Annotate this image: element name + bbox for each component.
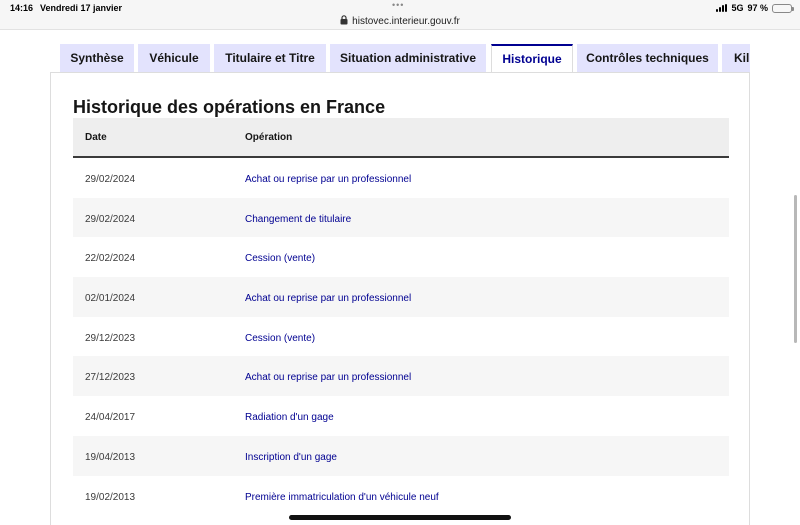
tab-historique[interactable]: Historique xyxy=(491,44,573,72)
network-type: 5G xyxy=(731,3,744,13)
table-row: 19/04/2013 Inscription d'un gage xyxy=(73,435,729,476)
column-header-operation: Opération xyxy=(245,132,293,143)
row-operation-link[interactable]: Achat ou reprise par un professionnel xyxy=(245,372,411,383)
section-title: Historique des opérations en France xyxy=(73,97,386,117)
table-header: Date Opération xyxy=(73,118,729,158)
row-operation-link[interactable]: Inscription d'un gage xyxy=(245,452,337,463)
tab-titulaire-et-titre[interactable]: Titulaire et Titre xyxy=(214,44,326,72)
table-row: 29/02/2024 Achat ou reprise par un profe… xyxy=(73,158,729,198)
address-bar[interactable]: histovec.interieur.gouv.fr xyxy=(0,15,800,28)
status-time: 14:16 xyxy=(10,3,34,13)
row-date: 29/02/2024 xyxy=(85,213,136,225)
row-date: 29/12/2023 xyxy=(85,332,136,344)
row-date: 27/12/2023 xyxy=(85,372,136,384)
tab-synthese[interactable]: Synthèse xyxy=(60,44,134,72)
row-date: 29/02/2024 xyxy=(85,174,136,185)
row-date: 19/02/2013 xyxy=(85,491,136,503)
table-row: 29/02/2024 Changement de titulaire xyxy=(73,197,729,238)
tab-controles-techniques[interactable]: Contrôles techniques xyxy=(577,44,718,72)
tab-list: Synthèse Véhicule Titulaire et Titre Sit… xyxy=(60,44,750,72)
row-operation-link[interactable]: Achat ou reprise par un professionnel xyxy=(245,293,411,304)
table-row: 29/12/2023 Cession (vente) xyxy=(73,316,729,357)
tab-situation-administrative[interactable]: Situation administrative xyxy=(330,44,486,72)
table-row: 22/02/2024 Cession (vente) xyxy=(73,237,729,278)
column-header-date: Date xyxy=(85,132,107,143)
more-dots-icon[interactable]: ••• xyxy=(392,0,404,10)
table-row: 02/01/2024 Achat ou reprise par un profe… xyxy=(73,277,729,317)
battery-cap xyxy=(792,6,794,11)
row-date: 02/01/2024 xyxy=(85,293,136,305)
address-url: histovec.interieur.gouv.fr xyxy=(352,16,460,27)
lock-icon xyxy=(340,15,348,28)
row-operation-link[interactable]: Achat ou reprise par un professionnel xyxy=(245,174,411,185)
table-row: 24/04/2017 Radiation d'un gage xyxy=(73,396,729,436)
battery-icon xyxy=(772,3,794,13)
page-scrollbar[interactable] xyxy=(794,195,797,343)
status-bar: 14:16 Vendredi 17 janvier ••• histovec.i… xyxy=(0,0,800,30)
row-date: 24/04/2017 xyxy=(85,412,136,424)
tab-vehicule[interactable]: Véhicule xyxy=(138,44,210,72)
row-operation-link[interactable]: Radiation d'un gage xyxy=(245,412,334,423)
table-row: 27/12/2023 Achat ou reprise par un profe… xyxy=(73,356,729,397)
signal-icon xyxy=(716,4,728,12)
table-row: 19/02/2013 Première immatriculation d'un… xyxy=(73,475,729,516)
row-operation-link[interactable]: Changement de titulaire xyxy=(245,214,351,225)
row-operation-link[interactable]: Cession (vente) xyxy=(245,333,315,344)
status-date: Vendredi 17 janvier xyxy=(40,3,123,13)
row-date: 19/04/2013 xyxy=(85,451,136,463)
row-operation-link[interactable]: Première immatriculation d'un véhicule n… xyxy=(245,492,439,503)
table-body: 29/02/2024 Achat ou reprise par un profe… xyxy=(73,158,729,516)
row-date: 22/02/2024 xyxy=(85,253,136,265)
history-panel: Historique des opérations en France Date… xyxy=(50,72,750,525)
home-indicator[interactable] xyxy=(289,515,511,520)
operations-table: Date Opération 29/02/2024 Achat ou repri… xyxy=(73,118,729,516)
tab-kilometrage[interactable]: Kil xyxy=(722,44,750,72)
status-indicators: 5G 97 % xyxy=(716,2,794,14)
row-operation-link[interactable]: Cession (vente) xyxy=(245,253,315,264)
battery-percent: 97 % xyxy=(747,3,768,13)
browser-page: 14:16 Vendredi 17 janvier ••• histovec.i… xyxy=(0,0,800,525)
